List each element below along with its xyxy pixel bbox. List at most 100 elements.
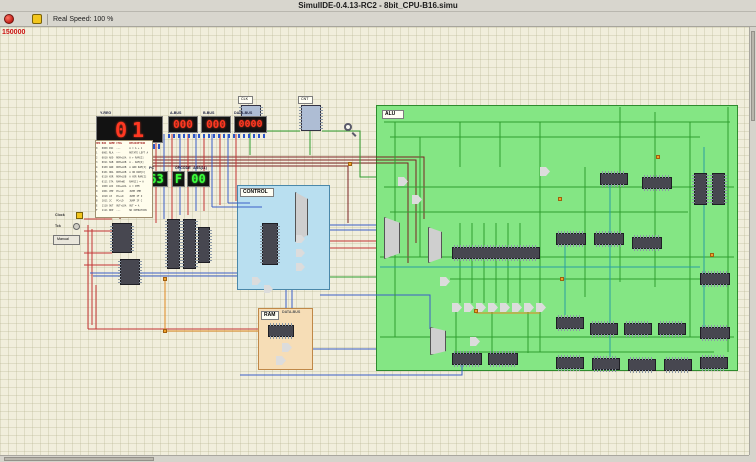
toolbar: Real Speed: 100 % [0,12,756,27]
toolbar-separator [47,13,48,25]
ic-chip[interactable] [452,245,540,261]
ic-chip[interactable] [624,321,652,337]
logic-gate-icon[interactable] [296,263,305,271]
ic-chip[interactable] [268,323,294,339]
ic-chip[interactable] [556,231,586,247]
instruction-table[interactable]: HEX BIN NAME CTRL DESCRIPTION 0 0000 INC… [95,140,153,218]
mux-component[interactable] [295,192,308,242]
horizontal-scrollbar[interactable] [0,455,749,462]
table-row: F 1111 NOP --- NO OPERATION [96,209,147,212]
logic-gate-icon[interactable] [296,249,305,257]
instruction-table-rows: 0 0000 INC --- A = A + 11 0001 RLA --- R… [96,146,152,213]
ic-chip[interactable] [642,175,672,191]
opcode-label: OPCODE [175,166,191,171]
logic-gate-icon[interactable] [500,303,510,312]
ic-chip[interactable] [118,259,142,285]
y-reg-label: Y-REG [100,111,112,116]
ic-chip[interactable] [632,235,662,251]
logic-gate-icon[interactable] [440,277,450,286]
tck-button[interactable] [73,223,80,230]
mux-component[interactable] [384,217,400,259]
a-bus-label: A-BUS [170,111,182,116]
logic-gate-icon[interactable] [264,285,273,293]
logic-gate-icon[interactable] [536,303,546,312]
junction-node[interactable] [474,309,478,313]
ic-chip[interactable] [590,321,618,337]
ic-chip[interactable] [452,351,482,367]
abs-display[interactable]: 00 [187,171,210,187]
ic-chip[interactable] [196,227,212,263]
logic-gate-icon[interactable] [398,177,408,186]
vertical-scrollbar-thumb[interactable] [751,31,755,121]
mux-component[interactable] [430,327,446,355]
logic-gate-icon[interactable] [252,277,261,285]
pc-label: PC [149,166,155,171]
ic-chip[interactable] [710,173,727,205]
logic-gate-icon[interactable] [470,337,480,346]
clock-source-icon[interactable] [76,212,83,219]
ic-chip[interactable] [165,219,182,269]
ram-bus-label: DATA-BUS [282,310,301,315]
circuit-canvas[interactable]: 150000 ALU CONTROL RAM DATA-BUS Y-REG A-… [0,27,749,455]
junction-node[interactable] [163,329,167,333]
mux-component[interactable] [428,227,442,263]
logic-gate-icon[interactable] [282,343,292,352]
ic-chip[interactable] [594,231,624,247]
ic-chip[interactable] [628,357,656,373]
b-bus-display[interactable]: 000 [201,116,231,133]
title-bar[interactable]: SimulIDE-0.4.13-RC2 - 8bit_CPU-B16.simu [0,0,756,12]
clk-chip-label: CLK [238,96,253,104]
magnifier-icon[interactable] [344,123,352,131]
ic-chip[interactable] [664,357,692,373]
junction-node[interactable] [348,162,352,166]
junction-node[interactable] [558,197,562,201]
horizontal-scrollbar-thumb[interactable] [4,457,154,461]
logic-gate-icon[interactable] [412,195,422,204]
logic-gate-icon[interactable] [524,303,534,312]
logic-gate-icon[interactable] [488,303,498,312]
simulide-window: SimulIDE-0.4.13-RC2 - 8bit_CPU-B16.simu … [0,0,756,462]
control-label: CONTROL [240,188,274,197]
opcode-display[interactable]: F [172,171,185,187]
display-pin-strip [168,134,266,138]
window-title: SimulIDE-0.4.13-RC2 - 8bit_CPU-B16.simu [298,1,458,10]
logic-gate-icon[interactable] [452,303,462,312]
tck-label: Tck [55,224,61,229]
alu-label: ALU [382,110,404,119]
ic-chip[interactable] [692,173,709,205]
logic-gate-icon[interactable] [540,167,550,176]
manual-button[interactable]: Manual [53,235,80,245]
ic-chip[interactable] [658,321,686,337]
cycle-counter: 150000 [2,29,26,36]
junction-node[interactable] [710,253,714,257]
junction-node[interactable] [656,155,660,159]
ic-chip[interactable] [700,271,730,287]
logic-gate-icon[interactable] [464,303,474,312]
ic-chip[interactable] [700,355,728,371]
power-button[interactable] [4,14,14,24]
ic-chip[interactable] [556,315,584,331]
ic-chip[interactable] [556,355,584,371]
data-bus-display[interactable]: 0000 [234,116,267,133]
vertical-scrollbar[interactable] [749,27,756,455]
ic-chip[interactable] [260,223,280,265]
a-bus-display[interactable]: 000 [168,116,198,133]
y-reg-display[interactable]: 01 [96,116,163,143]
component-layer [0,27,749,455]
ic-chip[interactable] [592,356,620,372]
logic-gate-icon[interactable] [276,356,286,365]
debug-button[interactable] [32,14,42,24]
data-bus-label: DATA-BUS [234,111,253,116]
ic-chip[interactable] [700,325,730,341]
abs-label: ABS(11) [193,166,207,171]
junction-node[interactable] [163,277,167,281]
ic-chip[interactable] [181,219,198,269]
clock-label: Clock [55,213,65,218]
ic-chip[interactable] [600,171,628,187]
cnt-chip-label: CNT [298,96,313,104]
ic-chip[interactable] [110,223,134,253]
junction-node[interactable] [560,277,564,281]
logic-gate-icon[interactable] [512,303,522,312]
ic-chip[interactable] [488,351,518,367]
scrollbar-corner [749,455,756,462]
